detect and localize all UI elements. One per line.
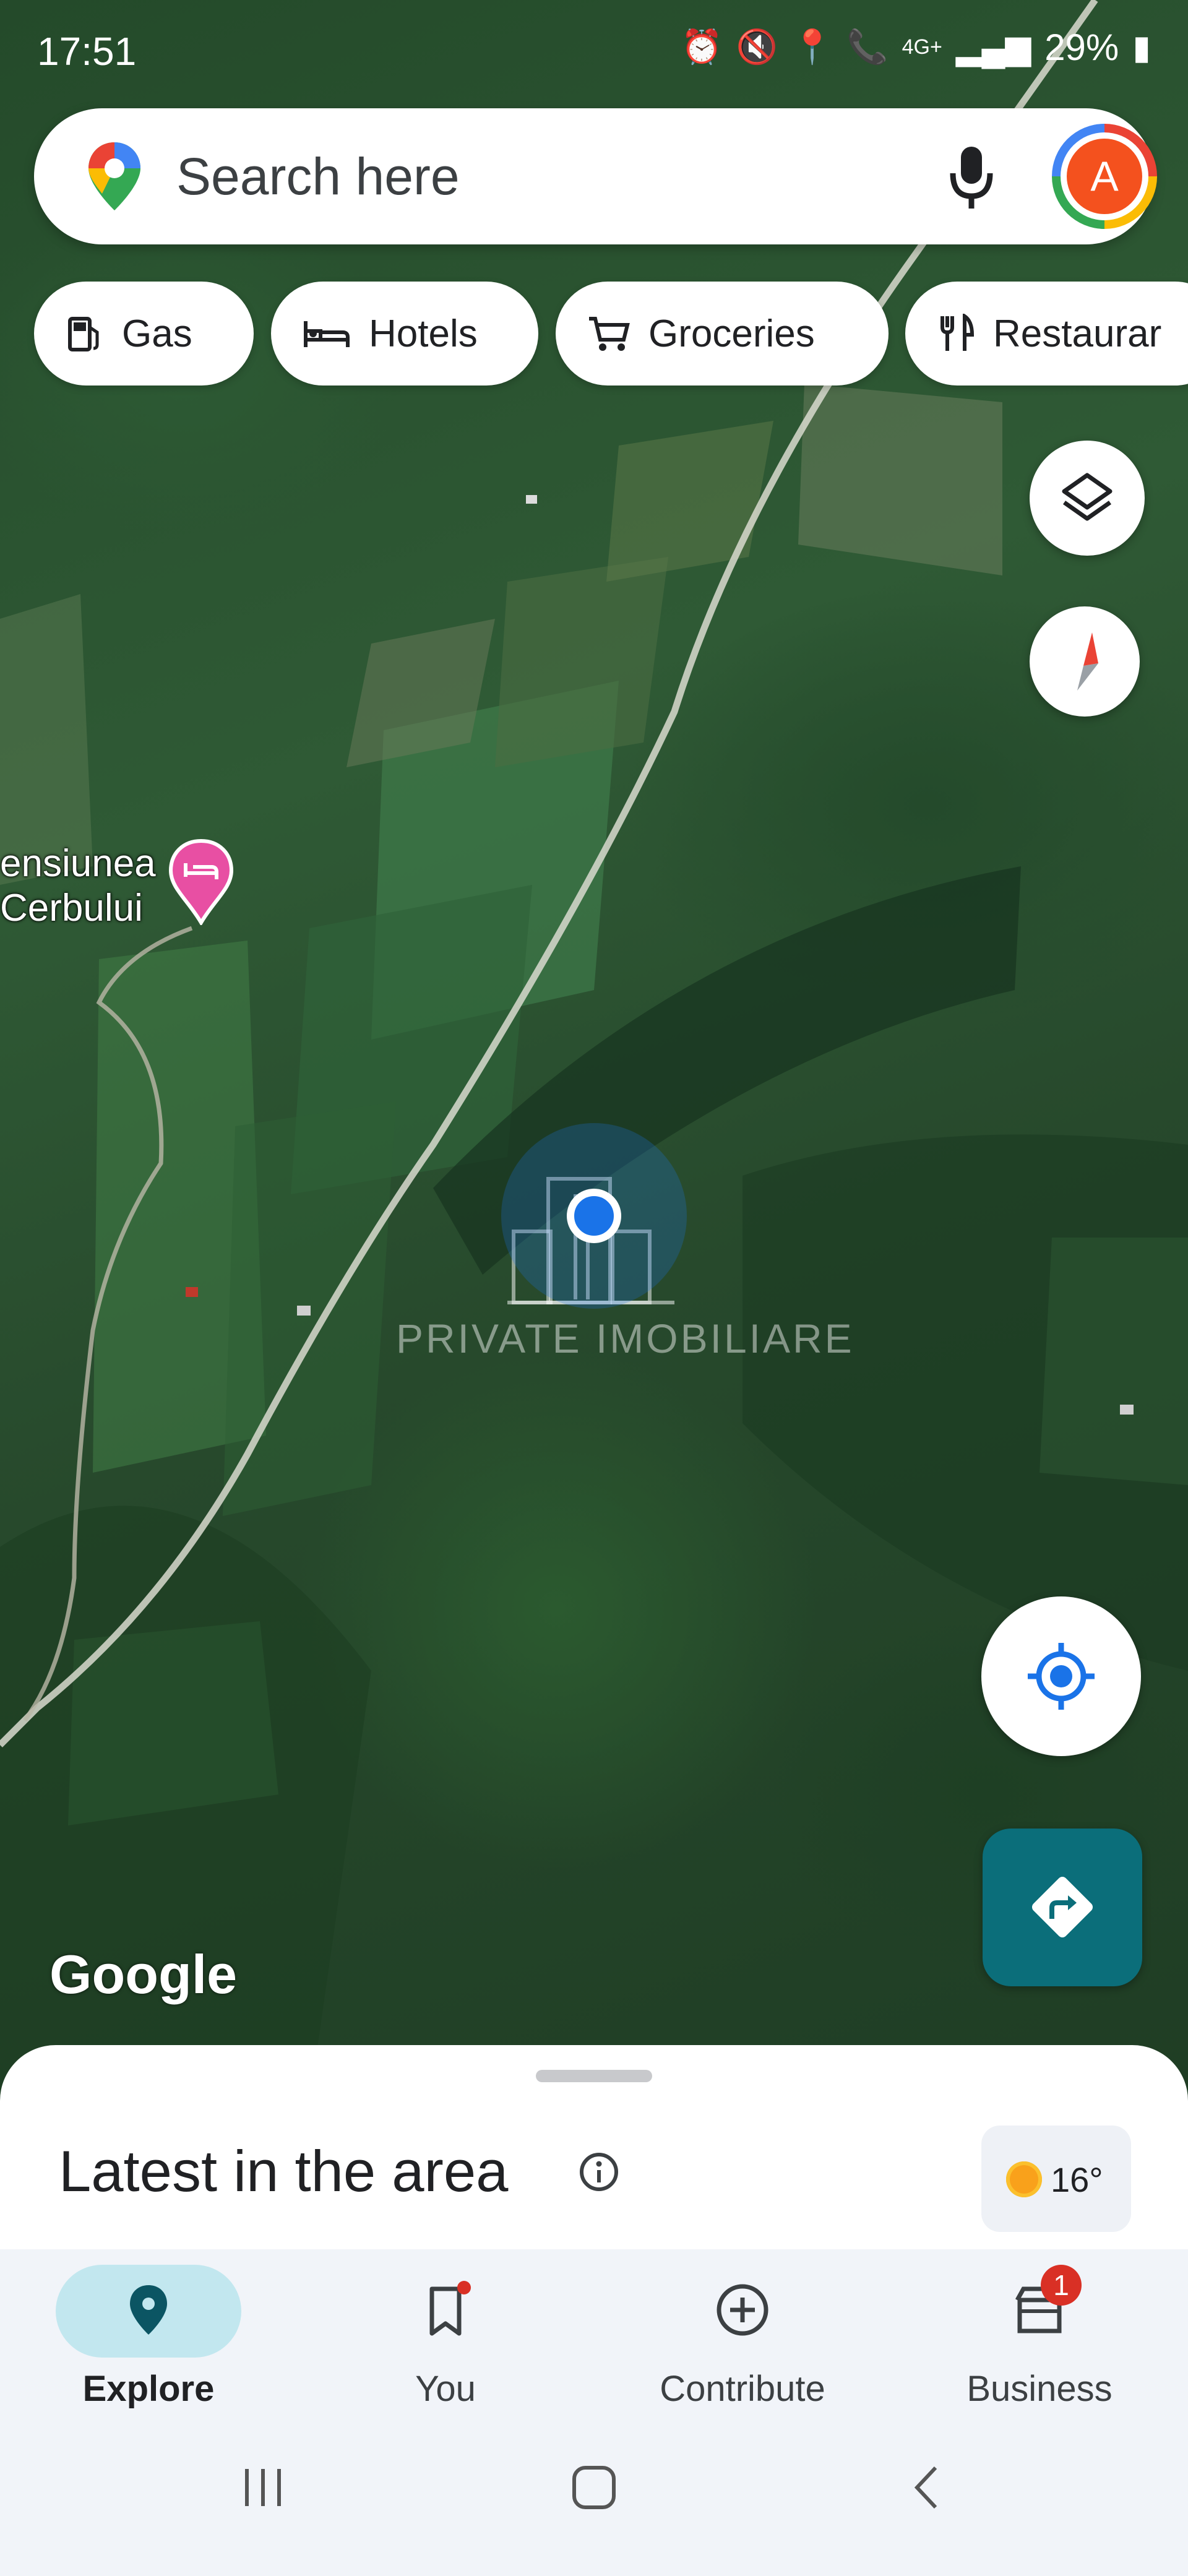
battery-icon: ▮ <box>1132 29 1151 66</box>
location-icon: 📍 <box>791 28 833 66</box>
sheet-drag-handle[interactable] <box>536 2070 652 2082</box>
nav-label: Contribute <box>660 2369 825 2409</box>
microphone-icon[interactable] <box>937 139 1005 213</box>
fork-knife-icon <box>940 314 975 351</box>
chip-label: Gas <box>122 312 192 355</box>
google-attribution: Google <box>50 1944 238 2005</box>
cart-icon <box>589 317 630 351</box>
nav-label: Business <box>966 2369 1113 2409</box>
nav-label: You <box>415 2369 476 2409</box>
network-type: 4G+ <box>902 35 942 59</box>
nav-label: Explore <box>82 2369 215 2409</box>
battery-level: 29% <box>1044 27 1119 68</box>
notification-badge: 1 <box>1041 2265 1082 2306</box>
status-bar: 17:51 ⏰ 🔇 📍 📞 4G+ ▂▄▆ 29% ▮ <box>0 0 1188 105</box>
crosshair-icon <box>1028 1643 1095 1710</box>
chip-restaurants[interactable]: Restaurar <box>905 282 1188 386</box>
compass-button[interactable] <box>1030 606 1140 717</box>
add-circle-icon <box>717 2284 768 2336</box>
bed-icon <box>304 321 350 347</box>
gas-station-icon <box>68 317 99 351</box>
temperature: 16° <box>1051 2160 1103 2199</box>
directions-icon <box>1031 1876 1093 1938</box>
weather-chip[interactable]: 16° <box>981 2126 1131 2232</box>
explore-pin-icon <box>130 2285 167 2335</box>
chip-hotels[interactable]: Hotels <box>271 282 538 386</box>
sheet-title: Latest in the area <box>59 2139 509 2203</box>
mute-icon: 🔇 <box>736 28 778 66</box>
home-icon[interactable] <box>569 2463 619 2512</box>
signal-icon: ▂▄▆ <box>955 29 1031 66</box>
info-icon[interactable] <box>579 2152 619 2192</box>
hotel-pin-icon[interactable] <box>167 838 235 925</box>
layers-icon <box>1062 473 1113 521</box>
alarm-icon: ⏰ <box>681 28 723 66</box>
maps-logo-icon <box>88 142 140 210</box>
layers-button[interactable] <box>1030 441 1145 556</box>
nav-business[interactable]: Business <box>891 2249 1188 2435</box>
search-input[interactable]: Search here <box>176 147 460 207</box>
chip-label: Restaurar <box>993 312 1162 355</box>
call-icon: 📞 <box>846 28 889 66</box>
account-avatar[interactable]: A <box>1052 124 1157 229</box>
bookmark-icon <box>429 2281 471 2336</box>
avatar-letter: A <box>1067 139 1142 214</box>
search-bar[interactable]: Search here A <box>34 108 1157 244</box>
nav-you[interactable]: You <box>297 2249 594 2435</box>
chip-gas[interactable]: Gas <box>34 282 254 386</box>
chip-groceries[interactable]: Groceries <box>556 282 889 386</box>
compass-icon <box>1077 632 1098 691</box>
directions-button[interactable] <box>983 1829 1142 1986</box>
poi-label: ensiunea Cerbului <box>0 842 156 929</box>
my-location-button[interactable] <box>981 1596 1141 1756</box>
chip-label: Hotels <box>369 312 478 355</box>
chip-label: Groceries <box>648 312 815 355</box>
recents-icon[interactable] <box>238 2463 288 2512</box>
nav-contribute[interactable]: Contribute <box>594 2249 891 2435</box>
nav-explore[interactable]: Explore <box>0 2249 297 2435</box>
status-time: 17:51 <box>37 29 137 74</box>
watermark-text: PRIVATE IMOBILIARE <box>396 1316 854 1361</box>
sun-icon <box>1006 2161 1042 2197</box>
bottom-navigation: Explore You Contribute Business <box>0 2249 1188 2576</box>
back-icon[interactable] <box>903 2463 953 2512</box>
